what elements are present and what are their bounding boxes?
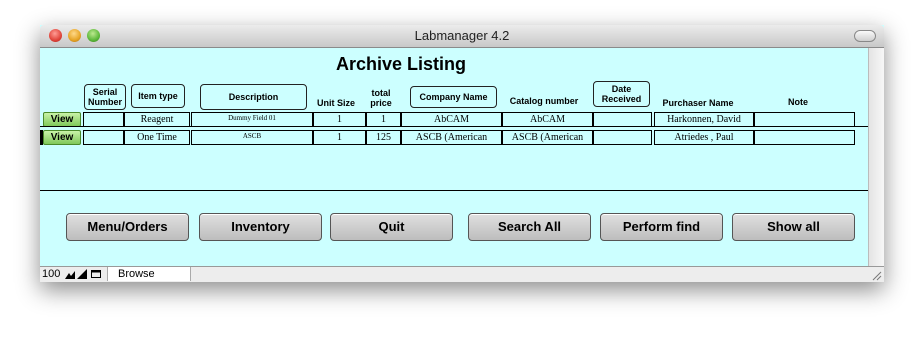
table-row: View One Time ASCB 1 125 ASCB (American … [40, 130, 869, 145]
status-bar: 100 Browse [40, 266, 884, 282]
header-total-price: total price [370, 88, 392, 108]
report-title: Archive Listing [335, 54, 467, 74]
mode-indicator[interactable]: Browse [107, 267, 191, 281]
date-received-field[interactable] [593, 130, 652, 145]
zoom-out-icon[interactable] [65, 269, 75, 279]
company-name-field[interactable]: AbCAM [401, 112, 502, 127]
zoom-level[interactable]: 100 [42, 268, 60, 280]
header-serial-number: Serial Number [84, 84, 126, 110]
header-company-name: Company Name [410, 86, 497, 108]
inventory-button[interactable]: Inventory [199, 213, 322, 241]
item-type-field[interactable]: Reagent [124, 112, 190, 127]
row-separator [40, 126, 869, 127]
header-unit-size: Unit Size [316, 98, 355, 108]
total-price-field[interactable]: 1 [366, 112, 401, 127]
note-field[interactable] [754, 112, 855, 127]
toolbar-toggle-button[interactable] [854, 30, 876, 42]
header-purchaser-name: Purchaser Name [662, 98, 734, 108]
note-field[interactable] [754, 130, 855, 145]
header-item-type: Item type [131, 84, 185, 108]
description-field[interactable]: ASCB [191, 130, 313, 145]
header-date-received: Date Received [593, 81, 650, 107]
date-received-field[interactable] [593, 112, 652, 127]
description-field[interactable]: Dummy Field 01 [191, 112, 313, 127]
view-record-button[interactable]: View [43, 130, 81, 145]
header-catalog-number: Catalog number [509, 96, 579, 106]
serial-number-field[interactable] [83, 112, 124, 127]
quit-button[interactable]: Quit [330, 213, 453, 241]
purchaser-name-field[interactable]: Harkonnen, David [654, 112, 754, 127]
app-window: Labmanager 4.2 Archive Listing Serial Nu… [40, 25, 884, 282]
table-row: View Reagent Dummy Field 01 1 1 AbCAM Ab… [40, 112, 869, 127]
menu-orders-button[interactable]: Menu/Orders [66, 213, 189, 241]
zoom-in-icon[interactable] [77, 269, 87, 279]
status-area-icon[interactable] [91, 269, 101, 279]
title-bar: Labmanager 4.2 [40, 25, 884, 48]
purchaser-name-field[interactable]: Atriedes , Paul [654, 130, 754, 145]
footer-divider [40, 190, 869, 191]
company-name-field[interactable]: ASCB (American [401, 130, 502, 145]
header-note: Note [788, 97, 808, 107]
item-type-field[interactable]: One Time [124, 130, 190, 145]
view-record-button[interactable]: View [43, 112, 81, 127]
window-title: Labmanager 4.2 [414, 28, 510, 43]
catalog-number-field[interactable]: ASCB (American [502, 130, 593, 145]
total-price-field[interactable]: 125 [366, 130, 401, 145]
header-description: Description [200, 84, 307, 110]
perform-find-button[interactable]: Perform find [600, 213, 723, 241]
search-all-button[interactable]: Search All [468, 213, 591, 241]
unit-size-field[interactable]: 1 [313, 130, 366, 145]
serial-number-field[interactable] [83, 130, 124, 145]
vertical-scrollbar[interactable] [868, 48, 884, 266]
catalog-number-field[interactable]: AbCAM [502, 112, 593, 127]
show-all-button[interactable]: Show all [732, 213, 855, 241]
layout-content: Archive Listing Serial Number Item type … [40, 48, 869, 266]
unit-size-field[interactable]: 1 [313, 112, 366, 127]
resize-grip-icon[interactable] [870, 269, 882, 281]
